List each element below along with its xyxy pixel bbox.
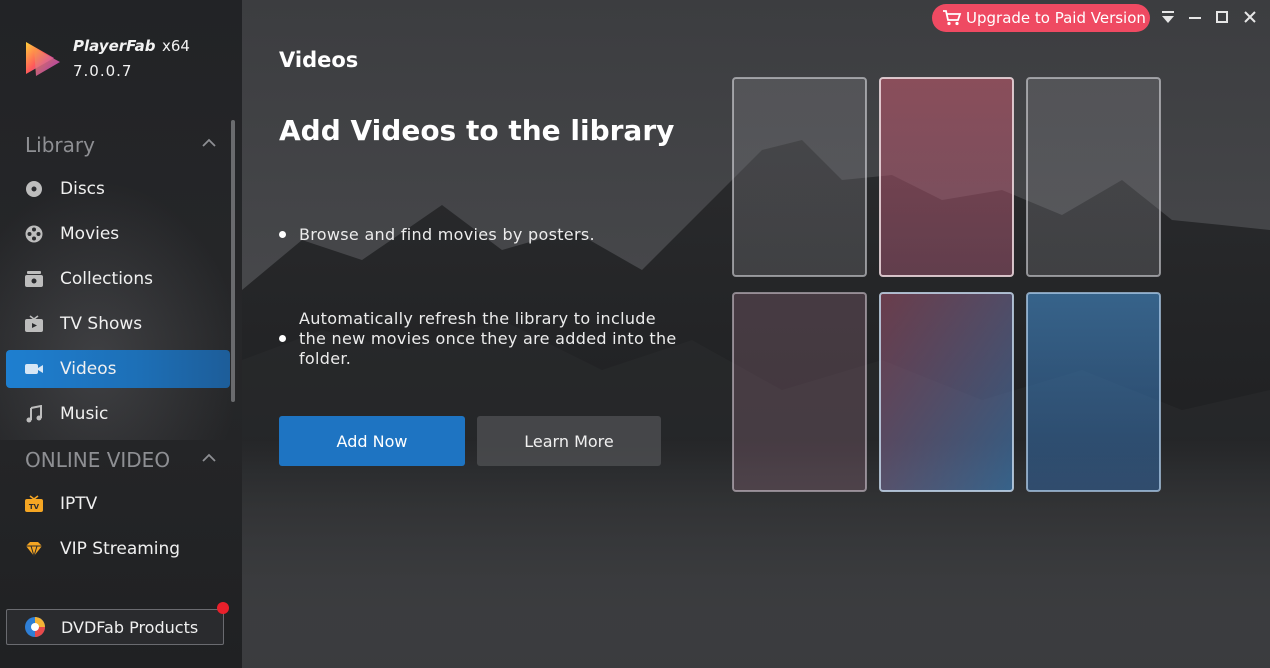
tv-icon <box>25 315 43 332</box>
dvdfab-products-button[interactable]: DVDFab Products <box>6 609 224 645</box>
sidebar-item-label: IPTV <box>60 494 98 514</box>
app-version: 7.0.0.7 <box>73 62 133 80</box>
feature-bullet-text: Automatically refresh the library to inc… <box>299 309 677 368</box>
sidebar-item-label: Movies <box>60 224 120 244</box>
sidebar-item-tv-shows[interactable]: TV Shows <box>6 305 230 343</box>
iptv-icon: TV <box>25 495 43 512</box>
playerfab-logo-icon <box>26 42 60 76</box>
chevron-up-icon[interactable] <box>202 138 216 148</box>
feature-bullet: Browse and find movies by posters. <box>279 225 699 247</box>
page-title: Videos <box>279 48 359 72</box>
dropdown-menu-icon[interactable] <box>1159 8 1177 26</box>
disc-icon <box>26 181 42 197</box>
feature-bullet-text: Browse and find movies by posters. <box>299 225 595 244</box>
sidebar-scrollbar[interactable] <box>231 120 235 402</box>
sidebar-item-label: Discs <box>60 179 105 199</box>
sidebar-item-label: Videos <box>60 359 117 379</box>
sidebar-item-videos[interactable]: Videos <box>6 350 230 388</box>
dvdfab-products-label: DVDFab Products <box>61 618 199 637</box>
bullet-dot <box>279 231 286 238</box>
sidebar-item-iptv[interactable]: TV IPTV <box>6 485 230 523</box>
sidebar-item-music[interactable]: Music <box>6 395 230 433</box>
notification-badge <box>217 602 229 614</box>
sidebar-item-label: Music <box>60 404 109 424</box>
video-camera-icon <box>25 364 43 374</box>
upgrade-label: Upgrade to Paid Version <box>966 9 1146 27</box>
sidebar: PlayerFab x64 7.0.0.7 Library Discs Movi… <box>0 0 242 668</box>
headline: Add Videos to the library <box>279 114 675 147</box>
film-reel-icon <box>25 225 43 243</box>
sidebar-item-movies[interactable]: Movies <box>6 215 230 253</box>
sidebar-item-label: VIP Streaming <box>60 539 181 559</box>
sidebar-item-discs[interactable]: Discs <box>6 170 230 208</box>
learn-more-button[interactable]: Learn More <box>477 416 661 466</box>
close-icon[interactable] <box>1241 8 1259 26</box>
sidebar-item-collections[interactable]: Collections <box>6 260 230 298</box>
add-now-button[interactable]: Add Now <box>279 416 465 466</box>
sidebar-item-label: TV Shows <box>60 314 143 334</box>
app-arch: x64 <box>162 37 190 55</box>
svg-text:TV: TV <box>29 503 40 511</box>
library-section-title: Library <box>25 133 95 157</box>
bullet-dot <box>279 335 286 342</box>
sidebar-item-label: Collections <box>60 269 153 289</box>
minimize-icon[interactable] <box>1186 8 1204 26</box>
feature-bullet: Automatically refresh the library to inc… <box>279 309 699 371</box>
cart-icon <box>943 10 962 26</box>
collections-box-icon <box>25 271 43 287</box>
online-video-section-title: ONLINE VIDEO <box>25 448 171 472</box>
music-note-icon <box>26 405 42 423</box>
diamond-icon <box>26 542 42 558</box>
upgrade-button[interactable]: Upgrade to Paid Version <box>932 4 1150 32</box>
maximize-icon[interactable] <box>1213 8 1231 26</box>
dvdfab-logo-icon <box>25 617 45 637</box>
chevron-up-icon[interactable] <box>202 453 216 463</box>
app-name: PlayerFab <box>73 37 156 55</box>
sidebar-item-vip-streaming[interactable]: VIP Streaming <box>6 530 230 568</box>
